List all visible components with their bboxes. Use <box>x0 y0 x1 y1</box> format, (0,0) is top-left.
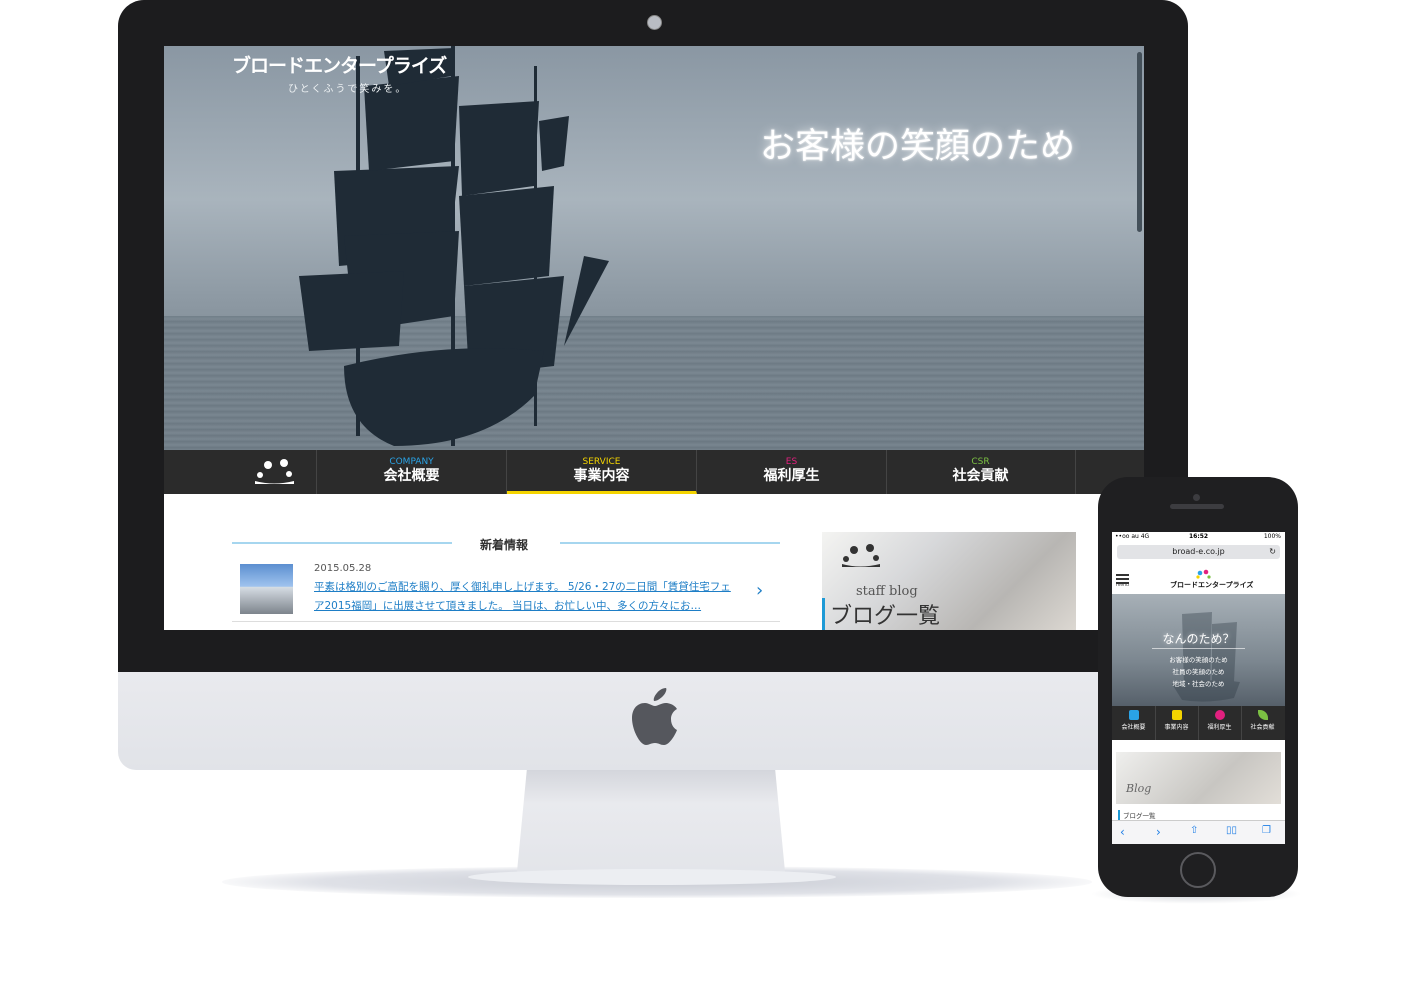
nav-company-en: COMPANY <box>389 457 434 467</box>
nav-company[interactable]: COMPANY 会社概要 <box>317 450 507 494</box>
blog-accent-bar <box>822 598 825 630</box>
nav-es-en: ES <box>785 457 798 467</box>
mobile-header: menu ブロードエンタープライズ <box>1112 566 1285 594</box>
site-logo[interactable]: ブロードエンタープライズ <box>232 51 447 78</box>
mobile-blog-banner[interactable]: Blog <box>1116 752 1281 804</box>
mobile-hero-line-1: お客様の笑顔のため <box>1169 656 1228 664</box>
news-divider <box>232 621 780 622</box>
desktop-screen: ブロードエンタープライズ ひとくふうで笑みを。 お客様の笑顔のため COMPAN… <box>164 46 1144 630</box>
battery-level: 100% <box>1263 533 1281 540</box>
blog-logo-icon <box>842 544 880 567</box>
building-icon <box>1128 710 1139 720</box>
blog-title: ブログ一覧 <box>830 604 941 629</box>
address-bar-url: broad-e.co.jp <box>1172 547 1225 556</box>
mobile-hero-line-2: 社員の笑顔のため <box>1172 668 1225 676</box>
tabs-icon[interactable]: ❐ <box>1262 825 1271 836</box>
apple-logo-icon <box>632 688 677 745</box>
nav-service-jp: 事業内容 <box>573 468 630 484</box>
mobile-nav: 会社概要 事業内容 福利厚生 社会貢献 <box>1112 706 1285 740</box>
global-nav: COMPANY 会社概要 SERVICE 事業内容 ES 福利厚生 CSR 社会… <box>164 450 1144 494</box>
heart-icon <box>1214 710 1225 720</box>
menu-label: menu <box>1116 583 1129 588</box>
mobile-ship-image <box>1172 612 1240 702</box>
main-content: 新着情報 2015.05.28 平素は格別のご高配を賜り、厚く御礼申し上げます。… <box>164 494 1144 630</box>
site-tagline: ひとくふうで笑みを。 <box>288 84 408 95</box>
phone-speaker <box>1170 504 1224 509</box>
status-time: 16:52 <box>1189 533 1209 540</box>
mobile-logo-mark-icon <box>1196 569 1211 579</box>
news-title-rule-right <box>560 542 780 544</box>
back-icon[interactable]: ‹ <box>1120 825 1125 839</box>
blog-banner[interactable]: staff blog ブログ一覧 <box>822 532 1076 630</box>
nav-company-jp: 会社概要 <box>383 468 440 484</box>
carrier-signal: ••oo au 4G <box>1115 533 1150 540</box>
mobile-hero: なんのため？ お客様の笑顔のため 社員の笑顔のため 地域・社会のため <box>1112 594 1285 706</box>
phone-screen: ••oo au 4G 16:52 100% broad-e.co.jp ↻ me… <box>1112 532 1285 844</box>
briefcase-icon <box>1171 710 1182 720</box>
mobile-blog-word: Blog <box>1126 782 1152 795</box>
mobile-nav-es-label: 福利厚生 <box>1207 724 1232 731</box>
imac-stand <box>516 770 786 882</box>
status-bar: ••oo au 4G 16:52 100% <box>1112 532 1285 542</box>
nav-home-button[interactable] <box>164 450 317 494</box>
mobile-logo[interactable]: ブロードエンタープライズ <box>1170 580 1253 590</box>
camera-icon <box>647 15 662 30</box>
nav-service[interactable]: SERVICE 事業内容 <box>507 450 697 494</box>
hero-headline: お客様の笑顔のため <box>760 127 1076 167</box>
mobile-nav-service-label: 事業内容 <box>1164 724 1189 731</box>
blog-subtitle: staff blog <box>856 584 918 599</box>
nav-es-jp: 福利厚生 <box>763 468 820 484</box>
chevron-right-icon[interactable]: › <box>756 580 763 601</box>
nav-csr-jp: 社会貢献 <box>952 468 1009 484</box>
nav-csr-en: CSR <box>971 457 990 467</box>
address-bar[interactable]: broad-e.co.jp ↻ <box>1117 545 1280 559</box>
mobile-hero-line-3: 地域・社会のため <box>1172 680 1225 688</box>
news-title-rule-left <box>232 542 452 544</box>
bookmarks-icon[interactable]: ▯▯ <box>1226 825 1237 836</box>
news-date: 2015.05.28 <box>314 563 372 574</box>
mobile-nav-csr[interactable]: 社会貢献 <box>1241 706 1284 740</box>
sailing-ship-image <box>299 46 609 446</box>
hamburger-menu-icon[interactable]: menu <box>1116 572 1129 588</box>
mobile-nav-company[interactable]: 会社概要 <box>1112 706 1156 740</box>
leaf-icon <box>1257 710 1268 720</box>
home-button[interactable] <box>1180 852 1216 888</box>
nav-csr[interactable]: CSR 社会貢献 <box>886 450 1076 494</box>
home-logo-icon <box>255 459 294 484</box>
mobile-nav-service[interactable]: 事業内容 <box>1155 706 1199 740</box>
mobile-nav-csr-label: 社会貢献 <box>1250 724 1275 731</box>
nav-es[interactable]: ES 福利厚生 <box>697 450 887 494</box>
imac-stand-base <box>468 869 836 885</box>
mobile-blog-label[interactable]: ブログ一覧 <box>1118 810 1156 820</box>
share-icon[interactable]: ⇧ <box>1190 825 1198 836</box>
mobile-hero-title: なんのため？ <box>1162 632 1235 646</box>
hero-banner: ブロードエンタープライズ ひとくふうで笑みを。 お客様の笑顔のため <box>164 46 1144 450</box>
nav-service-en: SERVICE <box>582 457 621 467</box>
mobile-nav-es[interactable]: 福利厚生 <box>1198 706 1242 740</box>
mobile-nav-company-label: 会社概要 <box>1121 724 1146 731</box>
reload-icon[interactable]: ↻ <box>1269 545 1276 559</box>
phone-camera-icon <box>1193 494 1200 501</box>
news-link[interactable]: 平素は格別のご高配を賜り、厚く御礼申し上げます。 5/26・27の二日間「賃貸住… <box>314 578 734 616</box>
news-section-title: 新着情報 <box>480 538 529 552</box>
forward-icon[interactable]: › <box>1156 825 1161 839</box>
news-thumbnail[interactable] <box>240 564 293 614</box>
mobile-hero-rule <box>1152 648 1245 649</box>
safari-toolbar: ‹ › ⇧ ▯▯ ❐ <box>1112 820 1285 844</box>
page-scrollbar[interactable] <box>1137 52 1142 232</box>
